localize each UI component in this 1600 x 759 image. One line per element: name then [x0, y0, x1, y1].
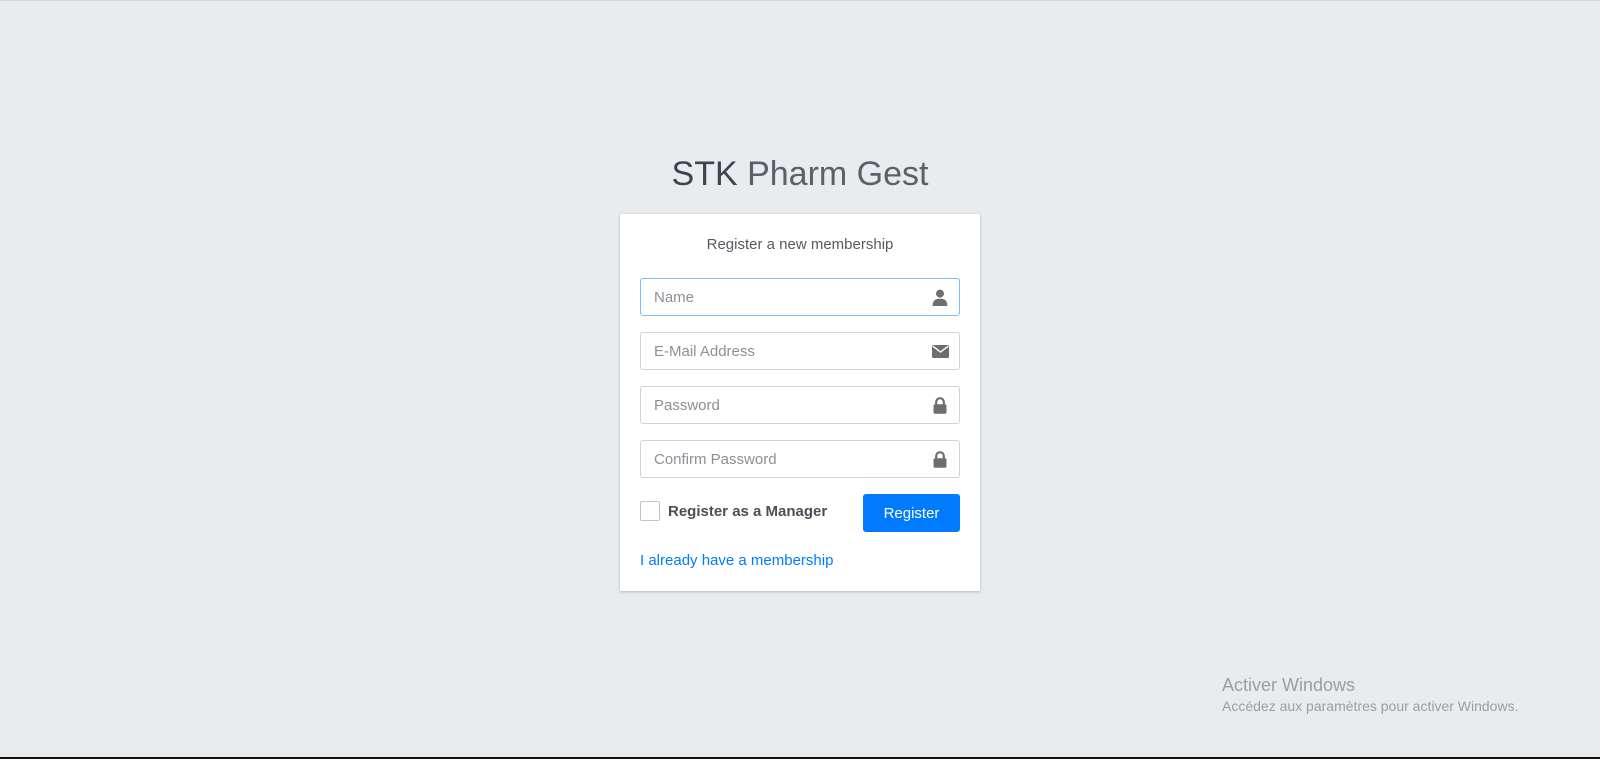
manager-checkbox[interactable]	[640, 501, 660, 521]
lock-icon	[931, 396, 949, 414]
top-border	[0, 0, 1600, 1]
login-link[interactable]: I already have a membership	[640, 552, 833, 569]
windows-activation-watermark: Activer Windows Accédez aux paramètres p…	[1222, 674, 1518, 716]
email-input[interactable]	[641, 333, 924, 369]
envelope-icon	[931, 342, 949, 360]
password-input[interactable]	[641, 387, 924, 423]
user-icon	[931, 288, 949, 306]
email-field-group	[640, 332, 960, 370]
logo-light-text: Pharm Gest	[747, 155, 929, 193]
manager-checkbox-label[interactable]: Register as a Manager	[668, 503, 827, 520]
app-logo[interactable]: STK Pharm Gest	[600, 152, 1000, 196]
register-card: Register a new membership Name E-Mail Ad…	[620, 214, 980, 591]
name-input[interactable]	[641, 279, 924, 315]
register-box-message: Register a new membership	[706, 236, 894, 253]
logo-strong-text: STK	[671, 155, 738, 193]
lock-icon	[931, 450, 949, 468]
confirm-password-input[interactable]	[641, 441, 924, 477]
watermark-subtitle: Accédez aux paramètres pour activer Wind…	[1222, 698, 1519, 714]
confirm-password-field-group	[640, 440, 960, 478]
manager-checkbox-row: Register as a Manager	[640, 500, 827, 522]
watermark-title: Activer Windows	[1222, 675, 1356, 695]
name-field-group	[640, 278, 960, 316]
register-button[interactable]: Register	[863, 494, 960, 532]
password-field-group	[640, 386, 960, 424]
